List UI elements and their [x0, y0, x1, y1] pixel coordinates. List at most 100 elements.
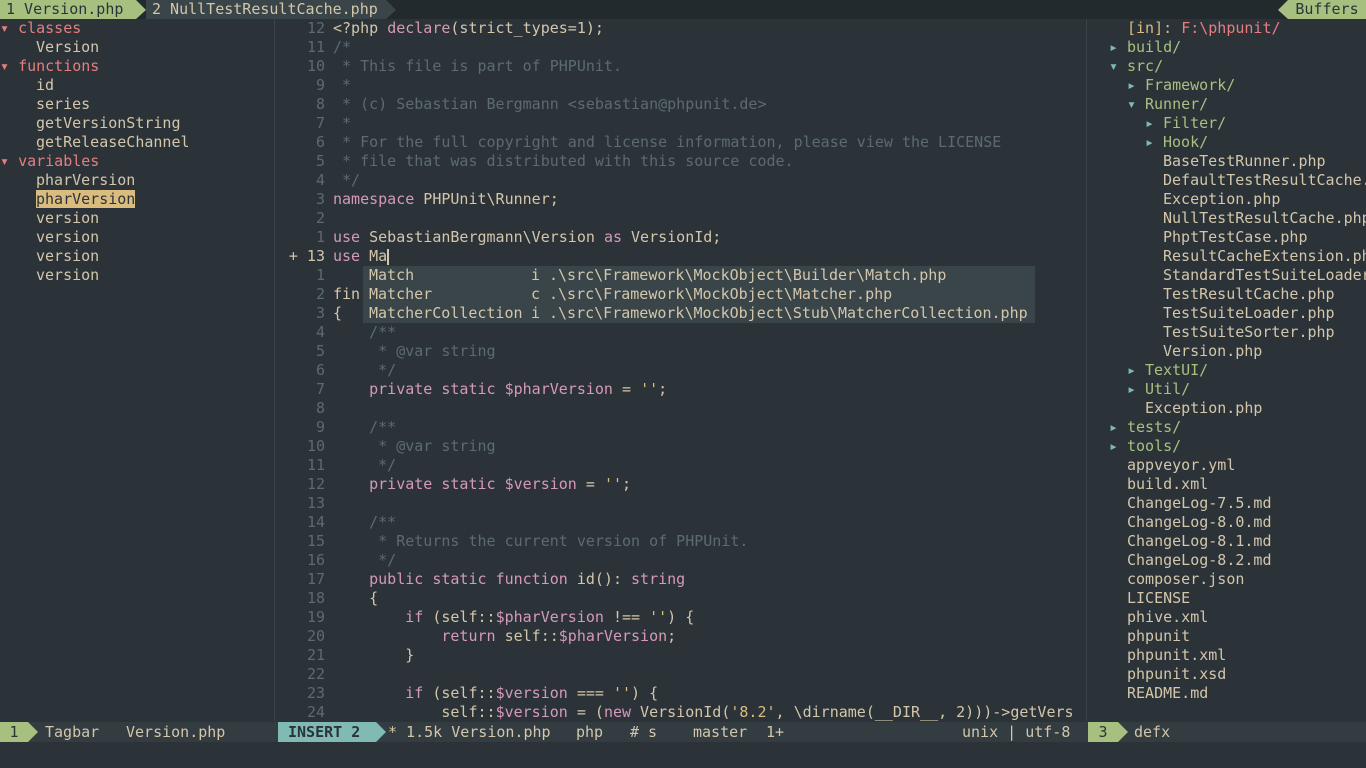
tree-file[interactable]: README.md	[1087, 684, 1366, 703]
tree-file[interactable]: ResultCacheExtension.ph	[1087, 247, 1366, 266]
code-line[interactable]: 14 /**	[275, 513, 1085, 532]
completion-item[interactable]: Matcher c .\src\Framework\MockObject\Match…	[363, 285, 1035, 304]
tree-folder[interactable]: ▸ TextUI/	[1087, 361, 1366, 380]
buffers-label[interactable]: Buffers	[1288, 0, 1366, 19]
tree-folder[interactable]: ▸ Hook/	[1087, 133, 1366, 152]
tab-nulltestresultcache-php[interactable]: 2 NullTestResultCache.php	[146, 0, 386, 19]
code-line[interactable]: 23 if (self::$version === '') {	[275, 684, 1085, 703]
tagbar-item[interactable]: id	[0, 76, 274, 95]
tagbar-item[interactable]: Version	[0, 38, 274, 57]
code-line[interactable]: 24 self::$version = (new VersionId('8.2'…	[275, 703, 1085, 721]
tagbar-group-functions[interactable]: ▾ functions	[0, 57, 274, 76]
string-literal: ''	[640, 380, 659, 398]
code-line[interactable]: 11 /*	[275, 38, 1085, 57]
code-line[interactable]: + 13 use Ma	[275, 247, 1085, 266]
tree-file[interactable]: ChangeLog-8.0.md	[1087, 513, 1366, 532]
code-line[interactable]: 7 private static $pharVersion = '';	[275, 380, 1085, 399]
tagbar-item[interactable]: version	[0, 228, 274, 247]
tagbar-group-variables[interactable]: ▾ variables	[0, 152, 274, 171]
tree-file[interactable]: ChangeLog-8.2.md	[1087, 551, 1366, 570]
code-line[interactable]: 11 */	[275, 456, 1085, 475]
tree-folder[interactable]: ▾ src/	[1087, 57, 1366, 76]
completion-popup[interactable]: Match i .\src\Framework\MockObject\Builder…	[363, 266, 1035, 323]
tagbar-item[interactable]: pharVersion	[0, 171, 274, 190]
completion-item[interactable]: Match i .\src\Framework\MockObject\Builder…	[363, 266, 1035, 285]
tagbar-item[interactable]: version	[0, 266, 274, 285]
code-line[interactable]: 19 if (self::$pharVersion !== '') {	[275, 608, 1085, 627]
code-line[interactable]: 6 * For the full copyright and license i…	[275, 133, 1085, 152]
tree-file[interactable]: composer.json	[1087, 570, 1366, 589]
tree-file[interactable]: phpunit	[1087, 627, 1366, 646]
tree-folder[interactable]: ▸ tests/	[1087, 418, 1366, 437]
code-line[interactable]: 17 public static function id(): string	[275, 570, 1085, 589]
code-line[interactable]: 16 */	[275, 551, 1085, 570]
tree-file[interactable]: ChangeLog-8.1.md	[1087, 532, 1366, 551]
tagbar-item[interactable]: series	[0, 95, 274, 114]
git-branch[interactable]: master	[693, 722, 747, 742]
expand-arrow-icon[interactable]: ▾	[0, 57, 18, 75]
tagbar-pane[interactable]: ▾ classes Version ▾ functions id series getVe…	[0, 19, 275, 721]
tree-file[interactable]: phpunit.xsd	[1087, 665, 1366, 684]
tree-file[interactable]: ChangeLog-7.5.md	[1087, 494, 1366, 513]
code-line[interactable]: 10 * @var string	[275, 437, 1085, 456]
tree-folder[interactable]: ▸ build/	[1087, 38, 1366, 57]
tree-file[interactable]: NullTestResultCache.php	[1087, 209, 1366, 228]
tagbar-item[interactable]: pharVersion	[0, 190, 274, 209]
code-line[interactable]: 21 }	[275, 646, 1085, 665]
line-number: 11	[306, 38, 325, 56]
code-line[interactable]: 7 *	[275, 114, 1085, 133]
completion-item[interactable]: MatcherCollection i .\src\Framework\MockOb…	[363, 304, 1035, 323]
code-line[interactable]: 5 * @var string	[275, 342, 1085, 361]
tagbar-item[interactable]: version	[0, 209, 274, 228]
tree-file[interactable]: Version.php	[1087, 342, 1366, 361]
tagbar-group-classes[interactable]: ▾ classes	[0, 19, 274, 38]
tree-file[interactable]: TestSuiteLoader.php	[1087, 304, 1366, 323]
tree-file[interactable]: DefaultTestResultCache.	[1087, 171, 1366, 190]
code-line[interactable]: 9 /**	[275, 418, 1085, 437]
code-line[interactable]: 3 namespace PHPUnit\Runner;	[275, 190, 1085, 209]
code-line[interactable]: 2	[275, 209, 1085, 228]
tree-file[interactable]: build.xml	[1087, 475, 1366, 494]
code-line[interactable]: 6 */	[275, 361, 1085, 380]
tagbar-item[interactable]: version	[0, 247, 274, 266]
code-line[interactable]: 22	[275, 665, 1085, 684]
tree-file[interactable]: Exception.php	[1087, 190, 1366, 209]
expand-arrow-icon[interactable]: ▾	[0, 19, 18, 37]
tree-file[interactable]: phive.xml	[1087, 608, 1366, 627]
editor-pane[interactable]: 12 <?php declare(strict_types=1); 11/* 10 *…	[275, 19, 1085, 721]
code-line[interactable]: 8	[275, 399, 1085, 418]
tagbar-item[interactable]: getVersionString	[0, 114, 274, 133]
tree-file[interactable]: appveyor.yml	[1087, 456, 1366, 475]
code-line[interactable]: 12 <?php declare(strict_types=1);	[275, 19, 1085, 38]
code-line[interactable]: 8 * (c) Sebastian Bergmann <sebastian@ph…	[275, 95, 1085, 114]
tree-file[interactable]: TestSuiteSorter.php	[1087, 323, 1366, 342]
code-line[interactable]: 9 *	[275, 76, 1085, 95]
tree-folder[interactable]: ▸ Util/	[1087, 380, 1366, 399]
tree-file[interactable]: TestResultCache.php	[1087, 285, 1366, 304]
expand-arrow-icon[interactable]: ▾	[0, 152, 18, 170]
tagbar-item[interactable]: getReleaseChannel	[0, 133, 274, 152]
tree-file[interactable]: PhptTestCase.php	[1087, 228, 1366, 247]
tree-file[interactable]: Exception.php	[1087, 399, 1366, 418]
code-line[interactable]: 4 /**	[275, 323, 1085, 342]
code-line[interactable]: 20 return self::$pharVersion;	[275, 627, 1085, 646]
tab-version-php[interactable]: 1 Version.php	[0, 0, 136, 19]
code-line[interactable]: 18 {	[275, 589, 1085, 608]
tree-file[interactable]: BaseTestRunner.php	[1087, 152, 1366, 171]
tree-file[interactable]: LICENSE	[1087, 589, 1366, 608]
tree-folder[interactable]: ▸ Framework/	[1087, 76, 1366, 95]
code-line[interactable]: 15 * Returns the current version of PHPU…	[275, 532, 1085, 551]
tree-folder[interactable]: ▸ tools/	[1087, 437, 1366, 456]
code-line[interactable]: 5 * file that was distributed with this …	[275, 152, 1085, 171]
code-line[interactable]: 4 */	[275, 171, 1085, 190]
tree-folder[interactable]: ▾ Runner/	[1087, 95, 1366, 114]
code-line[interactable]: 1 use SebastianBergmann\Version as Versio…	[275, 228, 1085, 247]
tree-file[interactable]: phpunit.xml	[1087, 646, 1366, 665]
tree-file[interactable]: StandardTestSuiteLoader	[1087, 266, 1366, 285]
code-line[interactable]: 10 * This file is part of PHPUnit.	[275, 57, 1085, 76]
code-line[interactable]: 13	[275, 494, 1085, 513]
file-tree-pane[interactable]: [in]: F:\phpunit/▸ build/▾ src/▸ Framework/…	[1086, 19, 1366, 721]
code-line[interactable]: 12 private static $version = '';	[275, 475, 1085, 494]
tree-folder[interactable]: ▸ Filter/	[1087, 114, 1366, 133]
command-line[interactable]	[0, 742, 1366, 768]
